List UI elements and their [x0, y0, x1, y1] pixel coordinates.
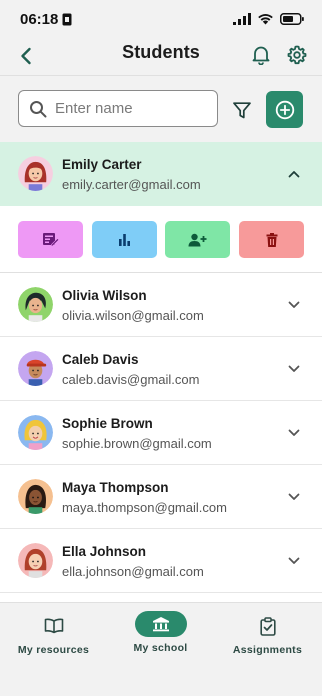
bar-chart-icon [119, 234, 130, 246]
student-email: sophie.brown@gmail.com [62, 436, 212, 451]
book-icon [44, 618, 63, 634]
nav-icon-wrap [259, 613, 276, 639]
student-name: Sophie Brown [62, 416, 153, 431]
student-email: ella.johnson@gmail.com [62, 564, 204, 579]
school-icon [152, 617, 169, 632]
nav-label: Assignments [232, 644, 303, 656]
expand-button[interactable] [284, 423, 304, 443]
student-avatar [18, 479, 53, 514]
student-row[interactable]: Caleb Davis caleb.davis@gmail.com [0, 337, 322, 401]
expand-button[interactable] [284, 295, 304, 315]
nav-icon-wrap [44, 613, 64, 639]
settings-button[interactable] [285, 43, 309, 67]
collapse-button[interactable] [284, 164, 304, 184]
status-time: 06:18 [20, 11, 72, 28]
student-avatar [18, 287, 53, 322]
student-actions [0, 206, 322, 273]
nav-my-school[interactable]: My school [107, 603, 214, 663]
student-avatar [18, 156, 53, 191]
nav-label: My resources [17, 644, 90, 656]
filter-button[interactable] [230, 98, 254, 122]
nav-my-resources[interactable]: My resources [0, 603, 107, 663]
status-bar: 06:18 [0, 0, 322, 38]
clipboard-check-icon [259, 616, 276, 636]
student-row[interactable]: Maya Thompson maya.thompson@gmail.com [0, 465, 322, 529]
student-name: Ella Johnson [62, 544, 147, 559]
student-email: maya.thompson@gmail.com [62, 500, 227, 515]
expand-button[interactable] [284, 551, 304, 571]
expand-button[interactable] [284, 487, 304, 507]
student-email: caleb.davis@gmail.com [62, 372, 200, 387]
chevron-down-icon [288, 429, 300, 436]
chevron-up-icon [288, 171, 300, 178]
battery-icon [280, 13, 304, 25]
notifications-button[interactable] [249, 43, 273, 67]
student-row[interactable]: Ella Johnson ella.johnson@gmail.com [0, 529, 322, 593]
student-avatar [18, 415, 53, 450]
student-avatar [18, 351, 53, 386]
student-name: Olivia Wilson [62, 288, 147, 303]
page-title: Students [122, 42, 200, 62]
add-person-icon [188, 233, 207, 246]
search-input[interactable] [55, 100, 205, 117]
sim-icon [62, 13, 72, 25]
trash-icon [266, 232, 277, 247]
assignment-icon [43, 233, 59, 247]
student-email: olivia.wilson@gmail.com [62, 308, 204, 323]
search-icon [30, 100, 47, 117]
delete-student-button[interactable] [239, 221, 304, 258]
student-list: Emily Carter emily.carter@gmail.com Oliv… [0, 142, 322, 593]
expand-button[interactable] [284, 359, 304, 379]
search-field[interactable] [18, 90, 218, 127]
chevron-down-icon [288, 301, 300, 308]
clock-text: 06:18 [20, 10, 59, 28]
chevron-down-icon [288, 365, 300, 372]
search-row [0, 76, 322, 142]
add-student-button[interactable] [266, 91, 303, 128]
bell-icon [252, 46, 270, 65]
student-name: Emily Carter [62, 157, 142, 172]
student-avatar [18, 543, 53, 578]
assign-button[interactable] [18, 221, 83, 258]
nav-icon-wrap [134, 611, 187, 637]
nav-assignments[interactable]: Assignments [214, 603, 321, 663]
student-row-expanded[interactable]: Emily Carter emily.carter@gmail.com [0, 142, 322, 206]
chevron-down-icon [288, 493, 300, 500]
gear-icon [287, 45, 307, 65]
student-row[interactable]: Olivia Wilson olivia.wilson@gmail.com [0, 273, 322, 337]
add-person-button[interactable] [165, 221, 230, 258]
chevron-down-icon [288, 557, 300, 564]
bottom-nav: My resources My school Assignments [0, 602, 322, 696]
nav-label: My school [133, 642, 188, 654]
signal-icon [233, 13, 251, 25]
filter-icon [233, 101, 251, 118]
plus-circle-icon [275, 100, 294, 119]
student-name: Caleb Davis [62, 352, 139, 367]
app-header: Students [0, 38, 322, 76]
student-email: emily.carter@gmail.com [62, 177, 201, 192]
progress-button[interactable] [92, 221, 157, 258]
wifi-icon [258, 14, 273, 25]
student-name: Maya Thompson [62, 480, 169, 495]
student-row[interactable]: Sophie Brown sophie.brown@gmail.com [0, 401, 322, 465]
